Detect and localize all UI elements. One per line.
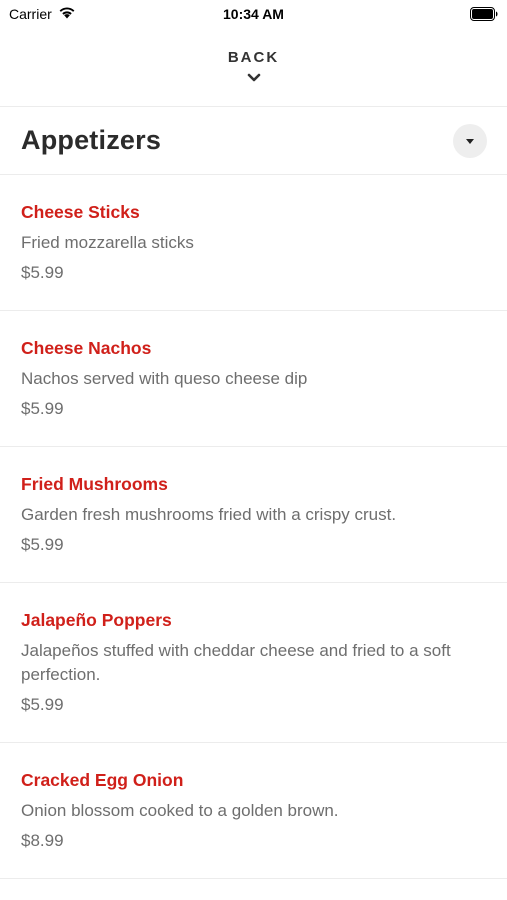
- item-price: $5.99: [21, 535, 64, 554]
- item-price: $5.99: [21, 263, 64, 282]
- back-button[interactable]: BACK: [0, 30, 507, 107]
- status-bar: Carrier 10:34 AM: [0, 0, 507, 30]
- menu-list: Cheese Sticks Fried mozzarella sticks $5…: [0, 175, 507, 879]
- back-label: BACK: [227, 49, 280, 66]
- item-name: Cheese Sticks: [21, 202, 140, 222]
- menu-item-jalapeno-poppers[interactable]: Jalapeño Poppers Jalapeños stuffed with …: [0, 583, 507, 743]
- item-price: $8.99: [21, 831, 64, 850]
- item-price: $5.99: [21, 695, 64, 714]
- menu-item-cheese-nachos[interactable]: Cheese Nachos Nachos served with queso c…: [0, 311, 507, 447]
- item-name: Cracked Egg Onion: [21, 770, 184, 790]
- section-toggle-button[interactable]: [453, 123, 487, 158]
- menu-item-cracked-egg-onion[interactable]: Cracked Egg Onion Onion blossom cooked t…: [0, 743, 507, 879]
- item-price: $5.99: [21, 399, 64, 418]
- item-name: Fried Mushrooms: [21, 474, 168, 494]
- item-description: Nachos served with queso cheese dip: [21, 369, 308, 388]
- menu-item-cheese-sticks[interactable]: Cheese Sticks Fried mozzarella sticks $5…: [0, 175, 507, 311]
- item-description: Fried mozzarella sticks: [21, 233, 194, 252]
- item-name: Jalapeño Poppers: [21, 610, 172, 630]
- item-description: Jalapeños stuffed with cheddar cheese an…: [21, 641, 451, 684]
- caret-down-icon: [465, 132, 475, 150]
- battery-icon: [470, 7, 498, 24]
- item-name: Cheese Nachos: [21, 338, 152, 358]
- item-description: Garden fresh mushrooms fried with a cris…: [21, 505, 397, 524]
- chevron-down-icon: [247, 70, 261, 88]
- status-time: 10:34 AM: [223, 6, 284, 22]
- section-header: Appetizers: [0, 107, 507, 175]
- section-title: Appetizers: [21, 125, 162, 155]
- item-description: Onion blossom cooked to a golden brown.: [21, 801, 339, 820]
- menu-item-fried-mushrooms[interactable]: Fried Mushrooms Garden fresh mushrooms f…: [0, 447, 507, 583]
